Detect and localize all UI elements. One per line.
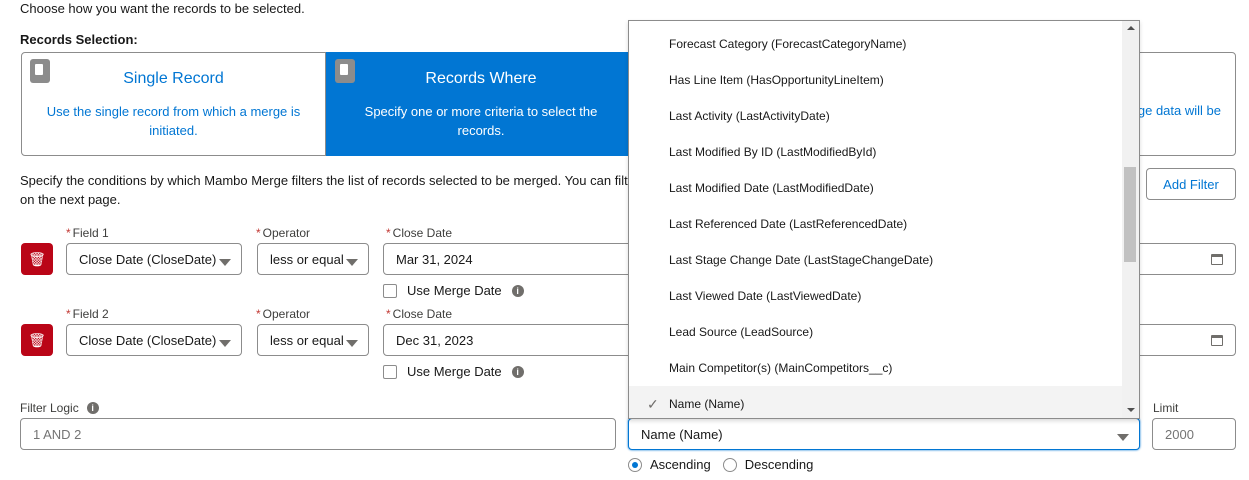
option-label: Main Competitor(s) (MainCompetitors__c) [669,361,893,375]
option-label: Last Activity (LastActivityDate) [669,109,830,123]
dropdown-option[interactable]: Last Referenced Date (LastReferencedDate… [629,206,1123,242]
scrollbar-thumb[interactable] [1124,167,1136,262]
trash-icon: 🗑 [28,331,46,348]
field-1-label: * Field 1 [66,226,109,240]
conditions-line-1: Specify the conditions by which Mambo Me… [20,173,628,188]
document-icon [30,59,50,83]
date-value: Mar 31, 2024 [396,251,473,267]
ascending-label: Ascending [650,457,711,472]
operator-2-select[interactable]: less or equal [257,324,369,356]
checkbox-label: Use Merge Date [407,283,502,298]
scroll-up-arrow[interactable] [1127,26,1135,30]
calendar-icon [1211,334,1223,346]
operator-1-select[interactable]: less or equal [257,243,369,275]
dropdown-option[interactable]: Has Line Item (HasOpportunityLineItem) [629,62,1123,98]
option-label: Last Modified By ID (LastModifiedById) [669,145,877,159]
conditions-text: Specify the conditions by which Mambo Me… [20,171,628,209]
dropdown-option[interactable]: Lead Source (LeadSource) [629,314,1123,350]
delete-filter-2-button[interactable]: 🗑 [21,324,53,356]
dropdown-option[interactable]: ✓ Name (Name) [629,386,1123,418]
sort-field-dropdown: Forecast Category (ForecastCategoryName)… [628,20,1140,419]
tile-single-record[interactable]: Single Record Use the single record from… [21,52,326,156]
limit-input[interactable]: 2000 [1152,418,1236,450]
filter-logic-input[interactable]: 1 AND 2 [20,418,616,450]
option-label: Last Stage Change Date (LastStageChangeD… [669,253,934,267]
field-2-label: * Field 2 [66,307,109,321]
check-icon: ✓ [647,396,659,412]
limit-label: Limit [1153,401,1179,415]
checkbox-label: Use Merge Date [407,364,502,379]
sort-field-select[interactable]: Name (Name) [628,418,1140,450]
dropdown-option[interactable]: Forecast Category (ForecastCategoryName) [629,26,1123,62]
sort-direction: Ascending Descending [628,457,813,472]
delete-filter-1-button[interactable]: 🗑 [21,243,53,275]
operator-1-label: * Operator [256,226,311,240]
option-label: Has Line Item (HasOpportunityLineItem) [669,73,884,87]
info-icon[interactable]: i [511,284,524,297]
option-label: Name (Name) [669,397,745,411]
documents-icon [335,59,355,83]
use-merge-date-1[interactable]: Use Merge Date i [383,283,524,298]
tile-description: Use the single record from which a merge… [46,104,301,138]
descending-label: Descending [744,457,814,472]
dropdown-scrollbar[interactable] [1122,21,1139,418]
dropdown-option[interactable]: Last Viewed Date (LastViewedDate) [629,278,1123,314]
calendar-icon [1211,253,1223,265]
option-label: Last Modified Date (LastModifiedDate) [669,181,874,195]
info-icon[interactable]: i [511,365,524,378]
option-label: Forecast Category (ForecastCategoryName) [669,37,907,51]
descending-radio[interactable] [722,457,737,472]
option-label: Last Viewed Date (LastViewedDate) [669,289,862,303]
value-1-label: * Close Date [386,226,453,240]
checkbox[interactable] [383,364,397,379]
ascending-radio[interactable] [628,457,642,472]
tile-description: Specify one or more criteria to select t… [364,104,598,138]
dropdown-option[interactable]: Main Competitor(s) (MainCompetitors__c) [629,350,1123,386]
tile-title: Records Where [425,70,537,87]
dropdown-option[interactable]: Last Modified Date (LastModifiedDate) [629,170,1123,206]
tile-title: Single Record [123,70,224,87]
dropdown-option[interactable]: Last Modified By ID (LastModifiedById) [629,134,1123,170]
intro-text: Choose how you want the records to be se… [20,1,305,16]
option-label: Lead Source (LeadSource) [669,325,814,339]
field-1-select[interactable]: Close Date (CloseDate) [66,243,242,275]
info-icon[interactable]: i [86,402,99,414]
filter-logic-label: Filter Logic i [20,401,99,415]
date-value: Dec 31, 2023 [396,332,474,348]
conditions-line-2: on the next page. [20,192,121,207]
add-filter-button[interactable]: Add Filter [1146,168,1236,200]
use-merge-date-2[interactable]: Use Merge Date i [383,364,524,379]
operator-2-label: * Operator [256,307,311,321]
trash-icon: 🗑 [28,250,46,267]
option-label: Last Referenced Date (LastReferencedDate… [669,217,908,231]
checkbox[interactable] [383,283,397,298]
tile-records-where[interactable]: Records Where Specify one or more criter… [326,52,636,156]
dropdown-option[interactable]: Last Activity (LastActivityDate) [629,98,1123,134]
value-2-label: * Close Date [386,307,453,321]
tile-description: ge data will be [1137,103,1221,118]
field-2-select[interactable]: Close Date (CloseDate) [66,324,242,356]
dropdown-option[interactable]: Last Stage Change Date (LastStageChangeD… [629,242,1123,278]
scroll-down-arrow[interactable] [1127,408,1135,412]
records-selection-label: Records Selection: [20,32,138,47]
